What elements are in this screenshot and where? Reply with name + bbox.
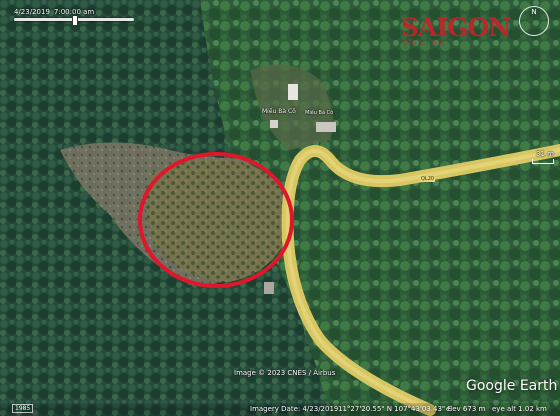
watermark-main: SAIGON	[401, 13, 511, 42]
compass-icon[interactable]: N	[519, 6, 549, 36]
scale-label: 31 m	[536, 150, 554, 158]
map-viewport[interactable]: 4/23/2019 7:00:00 am SAIGON ONLINE N 31 …	[0, 0, 560, 416]
road-label: QL20	[420, 176, 436, 182]
google-earth-logo: Google Earth	[466, 378, 558, 394]
watermark-sub: ONLINE	[403, 39, 448, 47]
eye-altitude: eye alt 1.02 km	[492, 405, 547, 413]
place-label[interactable]: Miếu Bà Cô	[262, 108, 296, 115]
historical-year-badge[interactable]: 1985	[12, 404, 34, 413]
timeline-readout: 4/23/2019 7:00:00 am	[14, 8, 94, 16]
scale-bar	[532, 159, 554, 164]
place-label[interactable]: Miếu Bà Cô	[305, 110, 333, 116]
scale-indicator: 31 m	[532, 150, 554, 164]
compass-north: N	[531, 8, 537, 16]
watermark-logo: SAIGON ONLINE	[401, 13, 519, 49]
timeline-slider-knob[interactable]	[72, 15, 78, 26]
elevation: elev 673 m	[446, 405, 486, 413]
coordinates: 11°27'20.55" N 107°43'03.43" E	[338, 405, 452, 413]
timeline-date: 4/23/2019	[14, 8, 50, 16]
timeline-slider[interactable]	[14, 15, 134, 26]
imagery-date: Imagery Date: 4/23/2019	[250, 405, 339, 413]
satellite-imagery[interactable]	[0, 0, 560, 416]
imagery-credit: Image © 2023 CNES / Airbus	[234, 369, 336, 377]
status-bar: Imagery Date: 4/23/2019 11°27'20.55" N 1…	[0, 403, 560, 416]
